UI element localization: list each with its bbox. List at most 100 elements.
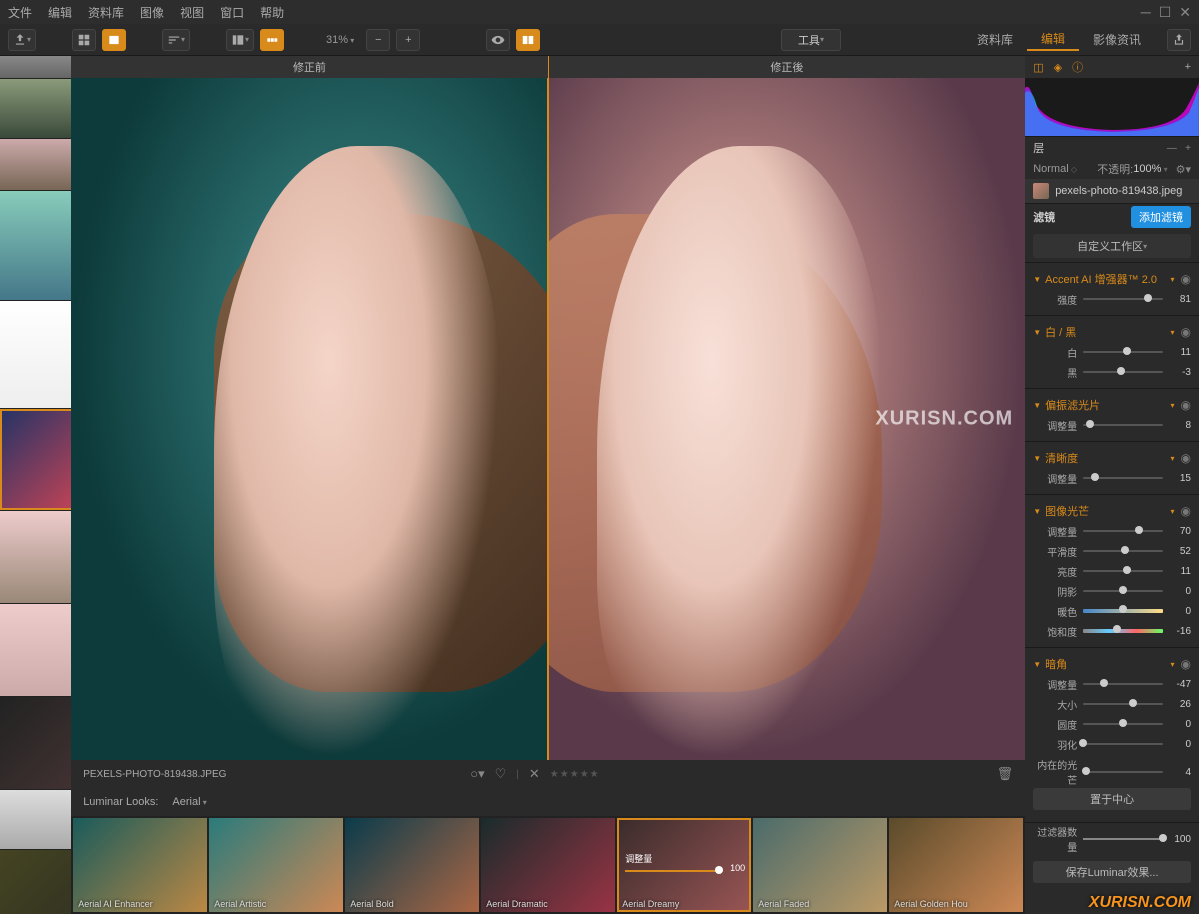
canvas[interactable]: XURISN.COM bbox=[71, 78, 1025, 760]
layers-icon[interactable]: ◈ bbox=[1054, 61, 1062, 74]
menu-item[interactable]: 编辑 bbox=[48, 4, 72, 21]
add-panel-icon[interactable]: + bbox=[1185, 61, 1191, 73]
look-preset[interactable]: Aerial Dreamy调整量100 bbox=[617, 818, 751, 912]
thumb[interactable] bbox=[0, 139, 71, 191]
slider[interactable]: 暖色0 bbox=[1025, 601, 1199, 621]
menu-item[interactable]: 窗口 bbox=[220, 4, 244, 21]
slider[interactable]: 饱和度-16 bbox=[1025, 621, 1199, 641]
close-button[interactable]: ✕ bbox=[1179, 4, 1191, 21]
slider[interactable]: 调整量15 bbox=[1025, 468, 1199, 488]
slider[interactable]: 圆度0 bbox=[1025, 714, 1199, 734]
thumb[interactable] bbox=[0, 790, 71, 849]
status-bar: PEXELS-PHOTO-819438.JPEG ○▾ ♡ | ✕ ★★★★★ … bbox=[71, 760, 1025, 788]
rating-stars[interactable]: ★★★★★ bbox=[550, 769, 600, 780]
filter-group-header[interactable]: ▼图像光芒▾◉ bbox=[1025, 501, 1199, 521]
filter-group-header[interactable]: ▼白 / 黑▾◉ bbox=[1025, 322, 1199, 342]
thumb[interactable] bbox=[0, 301, 71, 408]
maximize-button[interactable]: ☐ bbox=[1159, 4, 1172, 21]
trash-icon[interactable]: 🗑 bbox=[997, 766, 1014, 782]
minimize-button[interactable]: ─ bbox=[1141, 4, 1151, 21]
thumb[interactable] bbox=[0, 511, 71, 603]
filter-group-header[interactable]: ▼清晰度▾◉ bbox=[1025, 448, 1199, 468]
layers-header[interactable]: 层 — + bbox=[1025, 137, 1199, 159]
menu-item[interactable]: 视图 bbox=[180, 4, 204, 21]
look-preset[interactable]: Aerial Bold bbox=[345, 818, 479, 912]
thumb[interactable] bbox=[0, 604, 71, 696]
right-tab[interactable]: 编辑 bbox=[1027, 29, 1079, 51]
thumb[interactable] bbox=[0, 191, 71, 300]
visibility-icon[interactable]: ◉ bbox=[1181, 325, 1191, 339]
zoom-in-button[interactable]: + bbox=[396, 29, 420, 51]
center-button[interactable]: 置于中心 bbox=[1033, 788, 1191, 810]
save-look-button[interactable]: 保存Luminar效果... bbox=[1033, 861, 1191, 883]
slider[interactable]: 调整量8 bbox=[1025, 415, 1199, 435]
grid-view-button[interactable] bbox=[72, 29, 96, 51]
panel-layout-button[interactable] bbox=[226, 29, 254, 51]
zoom-level[interactable]: 31% bbox=[326, 34, 354, 46]
look-label: Aerial Dramatic bbox=[486, 899, 548, 909]
opacity-value[interactable]: 100% bbox=[1133, 163, 1161, 175]
right-tab[interactable]: 资料库 bbox=[963, 29, 1027, 51]
reject-icon[interactable]: ✕ bbox=[529, 766, 540, 782]
look-preset[interactable]: Aerial AI Enhancer bbox=[73, 818, 207, 912]
slider[interactable]: 平滑度52 bbox=[1025, 541, 1199, 561]
slider[interactable]: 黑-3 bbox=[1025, 362, 1199, 382]
slider[interactable]: 调整量70 bbox=[1025, 521, 1199, 541]
compare-button[interactable] bbox=[516, 29, 540, 51]
slider[interactable]: 调整量-47 bbox=[1025, 674, 1199, 694]
menu-item[interactable]: 文件 bbox=[8, 4, 32, 21]
looks-category[interactable]: Aerial bbox=[172, 796, 206, 808]
menu-item[interactable]: 资料库 bbox=[88, 4, 124, 21]
looks-label: Luminar Looks: bbox=[83, 796, 158, 808]
filter-group-header[interactable]: ▼暗角▾◉ bbox=[1025, 654, 1199, 674]
gear-icon[interactable]: ⚙▾ bbox=[1176, 163, 1191, 176]
export-button[interactable] bbox=[8, 29, 36, 51]
filter-group-header[interactable]: ▼Accent AI 增强器™ 2.0▾◉ bbox=[1025, 269, 1199, 289]
right-tab[interactable]: 影像资讯 bbox=[1079, 29, 1155, 51]
single-view-button[interactable] bbox=[102, 29, 126, 51]
menu-item[interactable]: 图像 bbox=[140, 4, 164, 21]
workspace-dropdown[interactable]: 自定义工作区 bbox=[1033, 234, 1191, 258]
slider[interactable]: 亮度11 bbox=[1025, 561, 1199, 581]
look-preset[interactable]: Aerial Artistic bbox=[209, 818, 343, 912]
thumb[interactable] bbox=[0, 79, 71, 138]
visibility-icon[interactable]: ◉ bbox=[1181, 504, 1191, 518]
slider[interactable]: 阴影0 bbox=[1025, 581, 1199, 601]
thumb[interactable] bbox=[0, 56, 71, 78]
sort-button[interactable] bbox=[162, 29, 190, 51]
slider[interactable]: 内在的光芒4 bbox=[1025, 762, 1199, 782]
window-controls: ─ ☐ ✕ bbox=[1141, 4, 1191, 21]
zoom-out-button[interactable]: − bbox=[366, 29, 390, 51]
thumb-selected[interactable] bbox=[0, 409, 71, 510]
slider[interactable]: 强度81 bbox=[1025, 289, 1199, 309]
center-panel: 修正前 修正後 XURISN.COM PEXELS-PHOTO-819438.J… bbox=[71, 56, 1025, 914]
add-filter-button[interactable]: 添加滤镜 bbox=[1131, 206, 1191, 228]
look-preset[interactable]: Aerial Dramatic bbox=[481, 818, 615, 912]
look-label: Aerial Golden Hou bbox=[894, 899, 968, 909]
thumb[interactable] bbox=[0, 850, 71, 914]
slider[interactable]: 羽化0 bbox=[1025, 734, 1199, 754]
slider[interactable]: 白11 bbox=[1025, 342, 1199, 362]
heart-icon[interactable]: ♡ bbox=[495, 766, 507, 782]
preview-eye-button[interactable] bbox=[486, 29, 510, 51]
visibility-icon[interactable]: ◉ bbox=[1181, 451, 1191, 465]
filter-group-header[interactable]: ▼偏振滤光片▾◉ bbox=[1025, 395, 1199, 415]
menu-item[interactable]: 帮助 bbox=[260, 4, 284, 21]
histogram-icon[interactable]: ◫ bbox=[1033, 61, 1043, 74]
thumb[interactable] bbox=[0, 697, 71, 789]
blend-mode[interactable]: Normal bbox=[1033, 163, 1068, 175]
look-preset[interactable]: Aerial Faded bbox=[753, 818, 887, 912]
filmstrip-toggle[interactable] bbox=[260, 29, 284, 51]
visibility-icon[interactable]: ◉ bbox=[1181, 272, 1191, 286]
visibility-icon[interactable]: ◉ bbox=[1181, 657, 1191, 671]
flag-icon[interactable]: ○▾ bbox=[470, 766, 484, 782]
visibility-icon[interactable]: ◉ bbox=[1181, 398, 1191, 412]
filter-count-slider[interactable]: 过滤器数量 100 bbox=[1025, 829, 1199, 849]
info-icon[interactable]: ⓘ bbox=[1072, 59, 1083, 75]
filmstrip bbox=[0, 56, 71, 914]
tools-dropdown[interactable]: 工具 bbox=[781, 29, 841, 51]
slider[interactable]: 大小26 bbox=[1025, 694, 1199, 714]
layer-item[interactable]: pexels-photo-819438.jpeg bbox=[1025, 179, 1199, 203]
share-button[interactable] bbox=[1167, 29, 1191, 51]
look-preset[interactable]: Aerial Golden Hou bbox=[889, 818, 1023, 912]
